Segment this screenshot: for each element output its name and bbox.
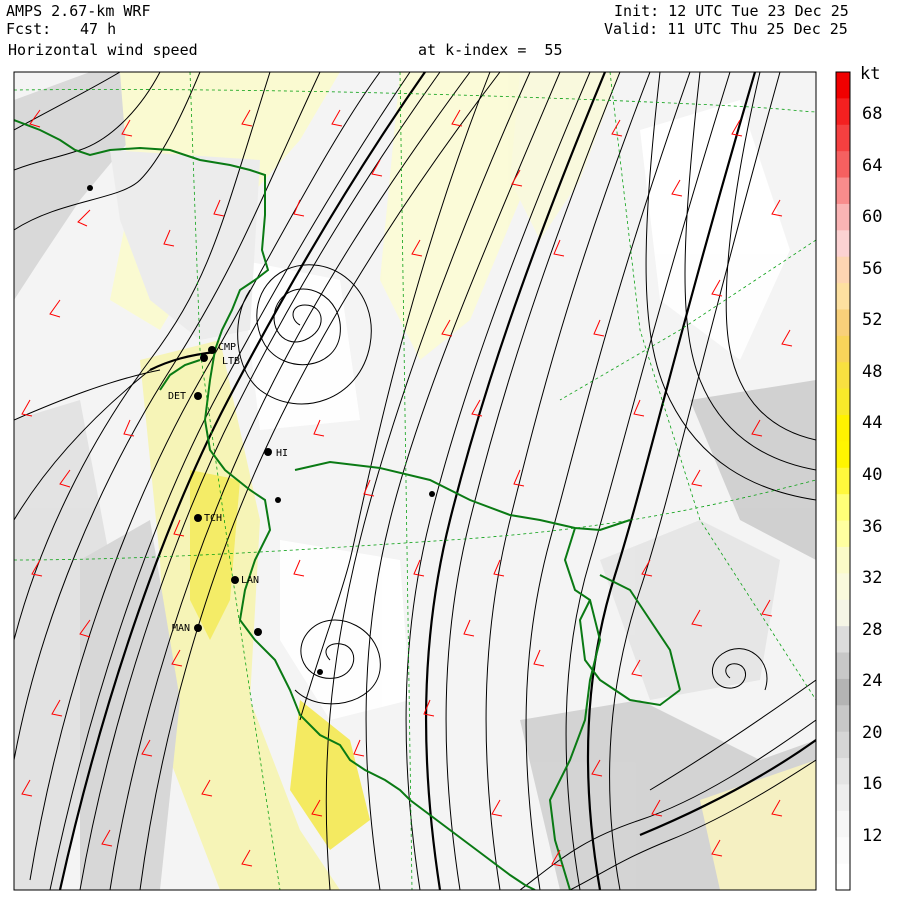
- colorbar-tick-label: 36: [862, 516, 883, 537]
- colorbar-tick-label: 16: [862, 774, 883, 795]
- colorbar-cell: [836, 309, 850, 337]
- colorbar-cell: [836, 256, 850, 284]
- colorbar-cell: [836, 98, 850, 126]
- colorbar-cell: [836, 731, 850, 759]
- colorbar-unit: kt: [860, 64, 881, 84]
- colorbar-cell: [836, 230, 850, 258]
- colorbar-tick-label: 68: [862, 104, 883, 124]
- colorbar-tick-label: 60: [862, 207, 883, 228]
- colorbar-tick-label: 12: [862, 826, 883, 846]
- colorbar-cell: [836, 520, 850, 548]
- colorbar-cell: [836, 177, 850, 205]
- colorbar-cells: [836, 72, 850, 891]
- colorbar-cell: [836, 837, 850, 865]
- colorbar-cell: [836, 810, 850, 838]
- colorbar-cell: [836, 678, 850, 706]
- colorbar-cell: [836, 626, 850, 654]
- colorbar-cell: [836, 388, 850, 416]
- colorbar-cell: [836, 573, 850, 601]
- colorbar-cell: [836, 203, 850, 231]
- colorbar-cell: [836, 72, 850, 99]
- colorbar-cell: [836, 335, 850, 363]
- colorbar-tick-label: 20: [862, 722, 883, 743]
- colorbar-tick-label: 44: [862, 413, 883, 434]
- colorbar-cell: [836, 494, 850, 522]
- colorbar-tick-label: 32: [862, 568, 883, 589]
- colorbar-cell: [836, 705, 850, 733]
- colorbar-cell: [836, 599, 850, 627]
- colorbar-cell: [836, 362, 850, 390]
- colorbar-cell: [836, 124, 850, 152]
- colorbar-tick-label: 28: [862, 619, 883, 640]
- colorbar-cell: [836, 415, 850, 442]
- colorbar-cell: [836, 758, 850, 785]
- colorbar-cell: [836, 546, 850, 574]
- colorbar-cell: [836, 784, 850, 812]
- colorbar-tick-label: 40: [862, 465, 883, 485]
- colorbar-tick-label: 64: [862, 155, 883, 176]
- colorbar-tick-label: 48: [862, 361, 883, 382]
- colorbar-tick-label: 24: [862, 671, 883, 692]
- colorbar-tick-label: 56: [862, 258, 883, 279]
- colorbar-cell: [836, 283, 850, 310]
- colorbar: [835, 71, 851, 891]
- colorbar-cell: [836, 151, 850, 179]
- colorbar-cell: [836, 441, 850, 469]
- colorbar-tick-label: 52: [862, 310, 883, 331]
- colorbar-cell: [836, 863, 850, 891]
- colorbar-cell: [836, 467, 850, 495]
- colorbar-cell: [836, 652, 850, 680]
